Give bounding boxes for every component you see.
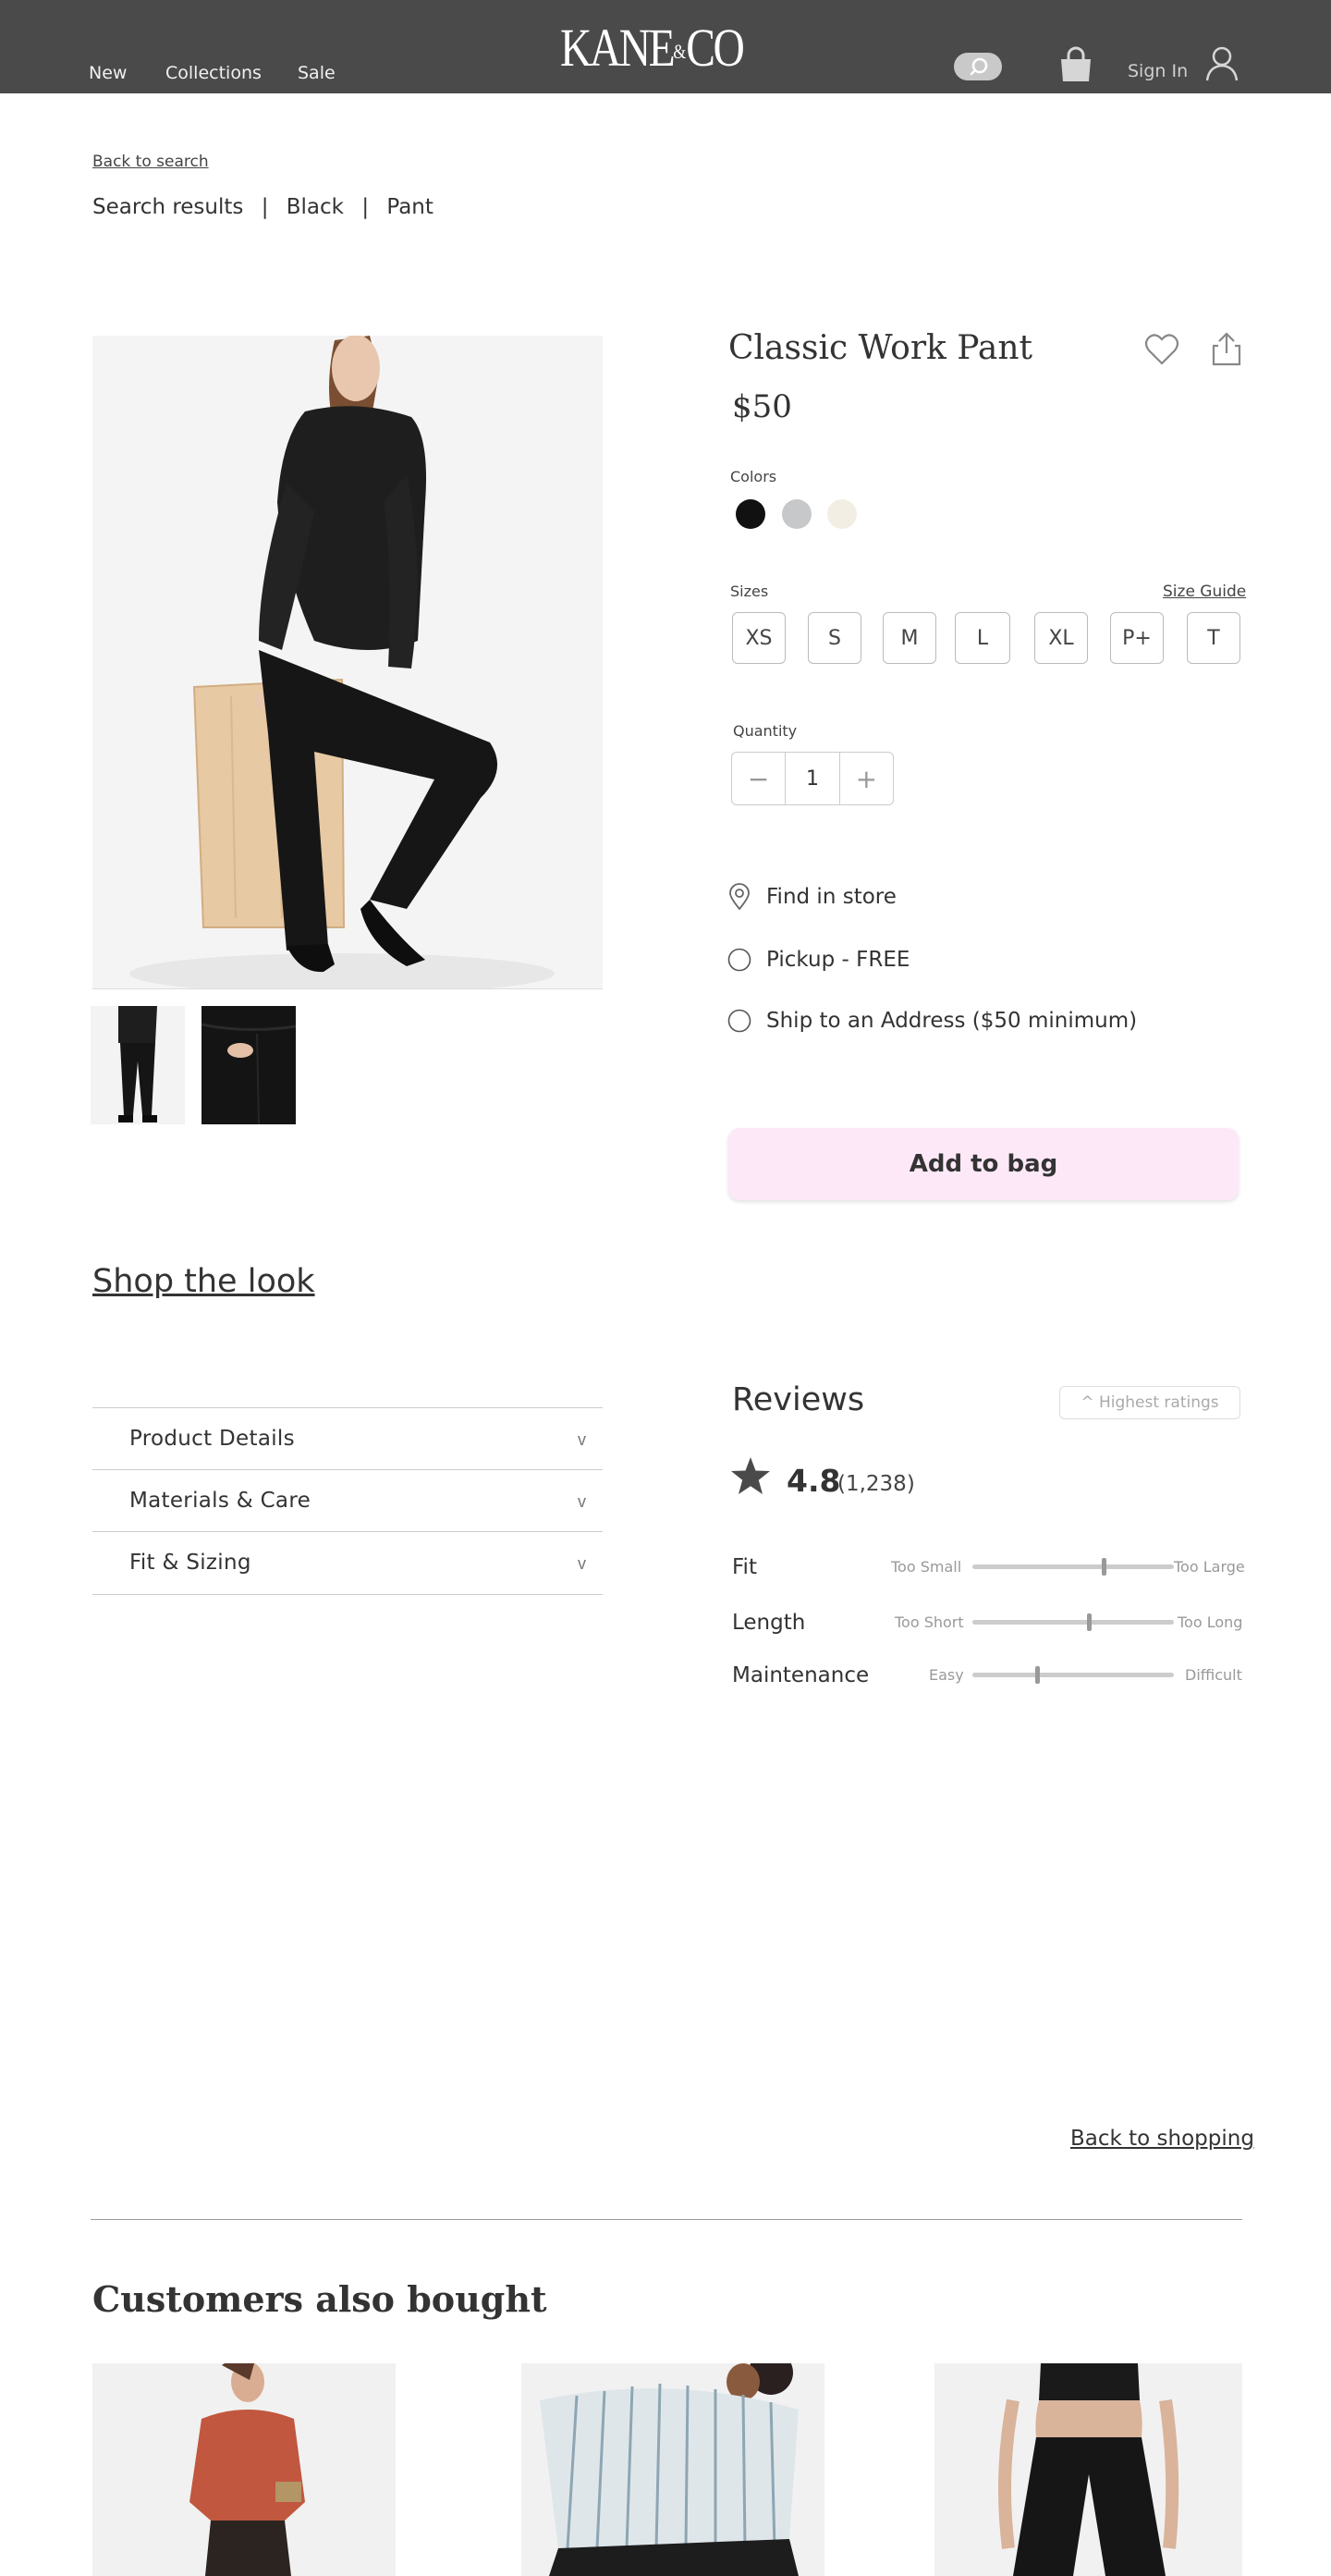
accordion-label: Product Details	[129, 1427, 295, 1451]
recommended-product-card[interactable]	[92, 2363, 396, 2576]
ship-to-address-label: Ship to an Address ($50 minimum)	[766, 1009, 1138, 1033]
location-pin-icon	[727, 883, 751, 911]
user-account-icon[interactable]	[1205, 46, 1239, 86]
nav-sale[interactable]: Sale	[298, 63, 336, 83]
maintenance-meter-low: Easy	[929, 1666, 964, 1684]
brand-logo[interactable]: KANE&CO	[560, 18, 745, 89]
breadcrumb-separator: |	[361, 195, 370, 219]
heart-icon[interactable]	[1144, 333, 1179, 371]
shopping-bag-icon[interactable]	[1057, 46, 1094, 88]
size-s-button[interactable]: S	[808, 612, 861, 664]
breadcrumb-separator: |	[261, 195, 269, 219]
radio-unchecked-icon[interactable]	[727, 948, 751, 972]
length-meter-knob	[1087, 1613, 1093, 1631]
sign-in-link[interactable]: Sign In	[1128, 61, 1188, 81]
color-swatch-cream[interactable]	[827, 499, 857, 529]
reviews-title: Reviews	[732, 1381, 865, 1418]
maintenance-meter	[972, 1666, 1174, 1684]
fit-meter-label: Fit	[732, 1555, 757, 1579]
section-divider	[91, 2219, 1242, 2220]
maintenance-meter-label: Maintenance	[732, 1663, 870, 1687]
product-thumbnail-detail[interactable]	[201, 1006, 296, 1124]
chevron-down-icon: v	[578, 1492, 586, 1511]
pickup-label: Pickup - FREE	[766, 948, 910, 972]
chevron-down-icon: v	[578, 1554, 586, 1573]
accordion-divider	[92, 1594, 603, 1595]
size-xl-button[interactable]: XL	[1034, 612, 1088, 664]
chevron-down-icon: v	[578, 1430, 586, 1449]
color-swatch-grey[interactable]	[782, 499, 812, 529]
fit-meter-high: Too Large	[1174, 1558, 1245, 1576]
size-petite-plus-button[interactable]: P+	[1110, 612, 1164, 664]
quantity-decrease-button[interactable]: −	[732, 753, 785, 804]
nav-new[interactable]: New	[89, 63, 127, 83]
fit-meter	[972, 1558, 1174, 1576]
logo-text-right: CO	[686, 18, 745, 78]
color-swatch-black[interactable]	[736, 499, 765, 529]
colors-label: Colors	[730, 468, 777, 485]
size-tall-button[interactable]: T	[1187, 612, 1240, 664]
fit-meter-low: Too Small	[891, 1558, 962, 1576]
accordion-label: Fit & Sizing	[129, 1551, 251, 1575]
sort-highest-ratings-button[interactable]: ^ Highest ratings	[1059, 1386, 1240, 1419]
size-l-button[interactable]: L	[955, 612, 1010, 664]
fit-meter-knob	[1101, 1558, 1106, 1576]
breadcrumb: Search results | Black | Pant	[92, 195, 445, 219]
length-meter	[972, 1613, 1174, 1631]
quantity-value[interactable]: 1	[785, 753, 840, 804]
logo-amp: &	[673, 40, 687, 63]
length-meter-high: Too Long	[1178, 1613, 1243, 1631]
quantity-stepper: − 1 +	[731, 752, 894, 805]
size-xs-button[interactable]: XS	[732, 612, 786, 664]
shop-the-look-link[interactable]: Shop the look	[92, 1263, 315, 1300]
average-rating: 4.8	[787, 1463, 841, 1499]
back-to-search-link[interactable]: Back to search	[92, 153, 209, 171]
recommended-product-card[interactable]	[934, 2363, 1242, 2576]
accordion-product-details[interactable]: Product Details v	[92, 1407, 603, 1469]
breadcrumb-black[interactable]: Black	[287, 195, 344, 219]
product-title: Classic Work Pant	[728, 329, 1033, 367]
search-button[interactable]	[954, 53, 1002, 80]
star-icon	[730, 1456, 771, 1500]
top-nav-bar: New Collections Sale KANE&CO Sign In	[0, 0, 1331, 93]
breadcrumb-pant: Pant	[386, 195, 433, 219]
breadcrumb-search-results[interactable]: Search results	[92, 195, 243, 219]
share-icon[interactable]	[1211, 331, 1242, 371]
add-to-bag-button[interactable]: Add to bag	[728, 1128, 1239, 1200]
nav-collections[interactable]: Collections	[165, 63, 262, 83]
quantity-label: Quantity	[733, 722, 798, 740]
find-in-store-option[interactable]: Find in store	[727, 883, 897, 911]
accordion-fit-sizing[interactable]: Fit & Sizing v	[92, 1531, 603, 1593]
product-thumbnail-front[interactable]	[91, 1006, 185, 1124]
sizes-label: Sizes	[730, 583, 769, 600]
size-m-button[interactable]: M	[883, 612, 936, 664]
product-main-image[interactable]	[92, 336, 603, 989]
review-count: (1,238)	[837, 1472, 915, 1496]
logo-text-left: KANE	[560, 18, 676, 78]
radio-unchecked-icon[interactable]	[727, 1009, 751, 1033]
back-to-shopping-link[interactable]: Back to shopping	[1070, 2127, 1254, 2151]
length-meter-label: Length	[732, 1611, 806, 1635]
recommended-product-card[interactable]	[521, 2363, 824, 2576]
customers-also-bought-title: Customers also bought	[92, 2278, 547, 2320]
quantity-increase-button[interactable]: +	[840, 753, 893, 804]
maintenance-meter-knob	[1034, 1666, 1040, 1684]
size-guide-link[interactable]: Size Guide	[1163, 583, 1246, 601]
search-icon	[970, 57, 988, 76]
product-price: $50	[732, 388, 792, 425]
maintenance-meter-high: Difficult	[1185, 1666, 1242, 1684]
length-meter-low: Too Short	[895, 1613, 964, 1631]
ship-to-address-option[interactable]: Ship to an Address ($50 minimum)	[727, 1009, 1137, 1033]
accordion-materials-care[interactable]: Materials & Care v	[92, 1469, 603, 1531]
find-in-store-label: Find in store	[766, 885, 897, 909]
pickup-option[interactable]: Pickup - FREE	[727, 948, 910, 972]
accordion-label: Materials & Care	[129, 1489, 311, 1513]
